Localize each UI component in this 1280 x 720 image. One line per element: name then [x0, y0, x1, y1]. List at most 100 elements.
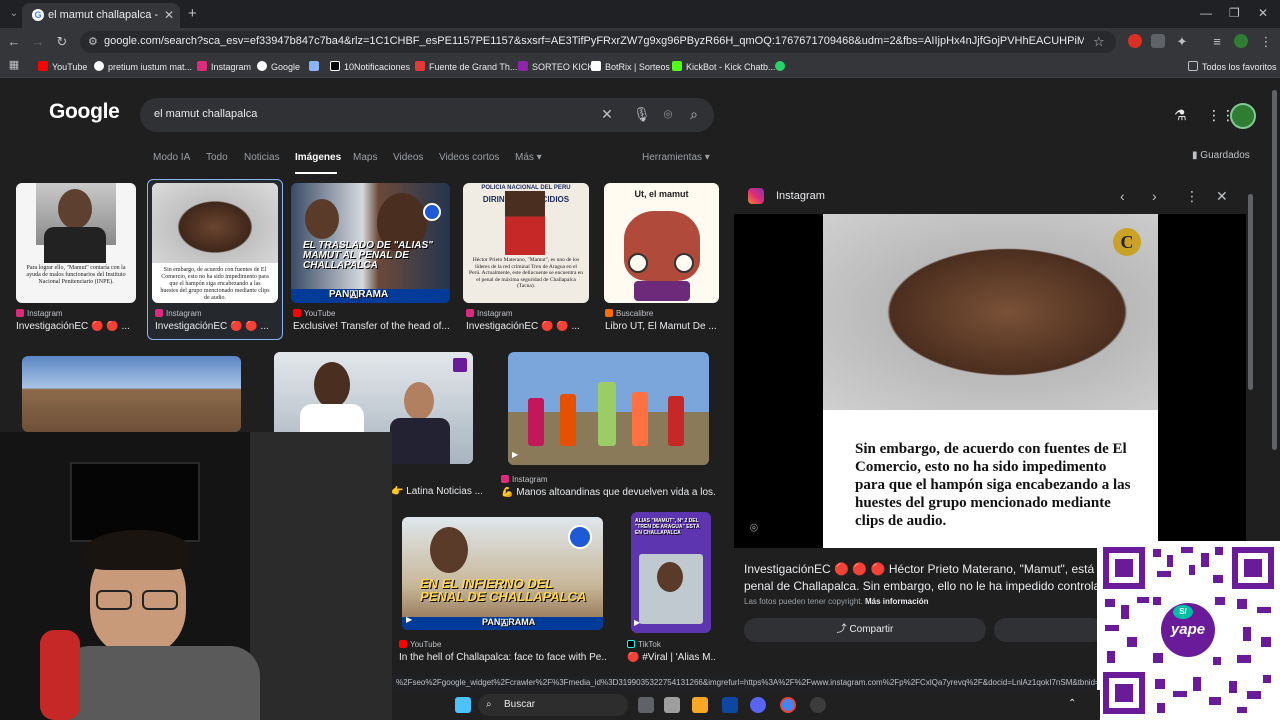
filter-videos[interactable]: Videos [393, 152, 423, 163]
extension-icon[interactable] [1151, 34, 1165, 48]
panel-source[interactable]: Instagram [776, 190, 825, 202]
taskbar-search[interactable]: ⌕ Buscar [478, 694, 628, 716]
extensions-puzzle-icon[interactable]: ✦ [1174, 34, 1190, 50]
photoshop-icon[interactable] [722, 697, 738, 713]
result-image[interactable] [22, 356, 241, 432]
result-image[interactable]: ALIAS "MAMUT", N° 2 DEL "TREN DE ARAGUA"… [631, 512, 711, 633]
restore-icon[interactable]: ❐ [1229, 6, 1240, 20]
tab-search-button[interactable]: ⌄ [6, 6, 22, 22]
result-caption[interactable]: 👉 Latina Noticias ... [391, 486, 486, 497]
minimize-icon[interactable]: — [1200, 6, 1212, 20]
result-image[interactable]: EN EL INFIERNO DEL PENAL DE CHALLAPALCA … [402, 517, 603, 630]
panel-image[interactable]: C Sin embargo, de acuerdo con fuentes de… [734, 214, 1246, 548]
lens-search-icon[interactable]: ⌾ [750, 520, 758, 536]
chrome-menu-icon[interactable]: ⋮ [1258, 34, 1274, 50]
result-image[interactable]: Para lograr ello, "Mamut" contaría con l… [16, 183, 136, 303]
bookmark-whatsapp[interactable] [775, 59, 789, 75]
labs-flask-icon[interactable]: ⚗ [1174, 107, 1187, 124]
discord-icon[interactable] [750, 697, 766, 713]
task-view-icon[interactable] [638, 697, 654, 713]
forward-icon[interactable]: → [30, 34, 46, 49]
share-icon: ⤴ [836, 624, 847, 635]
reload-icon[interactable]: ↻ [54, 34, 70, 50]
lens-icon[interactable]: ⌾ [660, 106, 676, 123]
bookmark-pretium[interactable]: pretium iustum mat... [94, 59, 192, 75]
result-caption[interactable]: InvestigaciónEC 🔴 🔴 ... [466, 321, 586, 332]
tools-button[interactable]: Herramientas ▾ [642, 152, 710, 163]
x-icon [330, 61, 340, 71]
browser-toolbar: ← → ↻ ⚙ google.com/search?sca_esv=ef3394… [0, 28, 1280, 56]
result-image[interactable]: POLICIA NACIONAL DEL PERU DIRINCRI HOMIC… [463, 183, 589, 303]
bookmark-gemini[interactable] [309, 59, 323, 75]
filter-mas[interactable]: Más ▾ [515, 152, 542, 163]
result-image-text: Para lograr ello, "Mamut" contaría con l… [26, 265, 126, 285]
bookmark-youtube[interactable]: YouTube [38, 59, 87, 75]
media-controls-icon[interactable]: ≡ [1209, 34, 1225, 49]
result-caption[interactable]: InvestigaciónEC 🔴 🔴 ... [16, 321, 136, 332]
panel-scrollbar[interactable] [1248, 194, 1253, 390]
app-icon[interactable] [810, 697, 826, 713]
filter-videos-cortos[interactable]: Videos cortos [439, 152, 499, 163]
close-icon[interactable]: ✕ [1216, 188, 1228, 205]
wardrobe [250, 432, 392, 720]
windows-start-icon[interactable] [455, 697, 471, 713]
more-options-icon[interactable]: ⋮ [1185, 188, 1199, 205]
saved-button[interactable]: ▮ Guardados [1192, 150, 1250, 161]
back-icon[interactable]: ← [6, 34, 22, 49]
profile-avatar[interactable] [1234, 34, 1248, 48]
app-icon[interactable] [664, 697, 680, 713]
extension-record-icon[interactable] [1128, 34, 1142, 48]
window-close-icon[interactable]: ✕ [1258, 6, 1268, 20]
chrome-icon[interactable] [780, 697, 796, 713]
filter-maps[interactable]: Maps [353, 152, 377, 163]
preview-photo: C Sin embargo, de acuerdo con fuentes de… [823, 214, 1158, 548]
result-caption[interactable]: Exclusive! Transfer of the head of... [293, 321, 449, 332]
panel-title[interactable]: InvestigaciónEC 🔴 🔴 🔴 Héctor Prieto Mate… [744, 561, 1104, 595]
tab-title: el mamut challapalca - Buscar c [48, 9, 160, 21]
result-caption[interactable]: 🔴 #Viral | 'Alias M... [627, 652, 715, 663]
more-info-link[interactable]: Más información [865, 597, 929, 606]
google-logo[interactable]: Google [49, 100, 120, 124]
bookmark-kickbot[interactable]: KickBot - Kick Chatb... [672, 59, 776, 75]
page-scrollbar[interactable] [1272, 90, 1277, 450]
visit-button[interactable] [994, 618, 1104, 642]
result-image[interactable]: EL TRASLADO DE "ALIAS" MAMUT AL PENAL DE… [291, 183, 450, 303]
filter-imagenes[interactable]: Imágenes [295, 152, 341, 163]
browser-tab[interactable]: G el mamut challapalca - Buscar c ✕ [22, 3, 180, 28]
filter-modo-ia[interactable]: Modo IA [153, 152, 190, 163]
result-caption[interactable]: 💪 Manos altoandinas que devuelven vida a… [501, 487, 716, 498]
bookmark-google[interactable]: Google [257, 59, 300, 75]
bookmark-notificaciones[interactable]: 10Notificaciones [330, 59, 410, 75]
video-play-icon: ▶ [406, 615, 413, 624]
result-caption[interactable]: Libro UT, El Mamut De ... [605, 321, 719, 332]
filter-todo[interactable]: Todo [206, 152, 228, 163]
site-info-icon[interactable]: ⚙ [88, 35, 98, 48]
next-icon[interactable]: › [1152, 188, 1157, 204]
new-tab-button[interactable]: + [188, 5, 197, 22]
bookmark-fuente[interactable]: Fuente de Grand Th... [415, 59, 517, 75]
search-icon[interactable]: ⌕ [686, 106, 702, 123]
filter-noticias[interactable]: Noticias [244, 152, 280, 163]
tab-close-icon[interactable]: ✕ [164, 8, 174, 22]
bookmark-botrix[interactable]: BotRix | Sorteos [591, 59, 670, 75]
previous-icon[interactable]: ‹ [1120, 188, 1125, 204]
voice-search-icon[interactable]: 🎙 [633, 106, 651, 123]
all-bookmarks[interactable]: Todos los favoritos [1188, 59, 1277, 75]
tray-chevron-icon[interactable]: ⌃ [1068, 698, 1076, 709]
address-bar[interactable]: ⚙ google.com/search?sca_esv=ef33947b847c… [80, 31, 1116, 53]
result-image[interactable]: ▶ [508, 352, 709, 465]
file-explorer-icon[interactable] [692, 697, 708, 713]
result-image[interactable]: Sin embargo, de acuerdo con fuentes de E… [152, 183, 278, 303]
result-caption[interactable]: InvestigaciónEC 🔴 🔴 ... [155, 321, 275, 332]
bookmark-star-icon[interactable]: ☆ [1093, 34, 1105, 50]
result-caption[interactable]: In the hell of Challapalca: face to face… [399, 652, 607, 663]
result-image-text: Sin embargo, de acuerdo con fuentes de E… [160, 267, 270, 301]
bookmark-sorteo-kick[interactable]: SORTEO KICK [518, 59, 593, 75]
bookmark-instagram[interactable]: Instagram [197, 59, 251, 75]
result-image[interactable]: Ut, el mamut [604, 183, 719, 303]
search-box[interactable]: el mamut challapalca ✕ 🎙 ⌾ ⌕ [140, 98, 714, 132]
account-avatar[interactable] [1230, 103, 1256, 129]
share-button[interactable]: ⤴ Compartir [744, 618, 986, 642]
apps-grid-icon[interactable]: ▦ [6, 58, 22, 71]
clear-icon[interactable]: ✕ [599, 106, 615, 123]
